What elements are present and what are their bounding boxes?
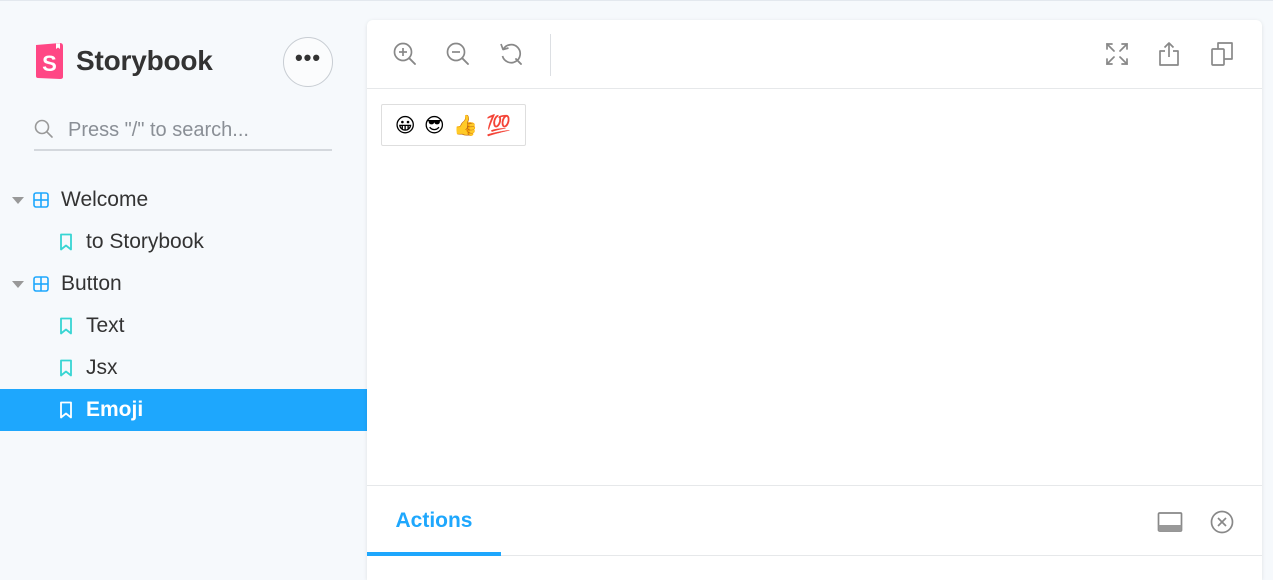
brand-name: Storybook [76,45,213,76]
brand[interactable]: S Storybook [34,42,213,80]
active-tab-indicator [367,552,501,556]
tab-bar-border [367,555,1262,556]
copy-icon [1211,42,1233,66]
share-icon [1159,42,1179,66]
more-icon: ••• [294,45,322,70]
tree-label: to Storybook [86,230,204,253]
zoom-out-button[interactable] [442,38,474,70]
bookmark-icon [60,317,72,335]
caret-down-icon [12,280,24,288]
bookmark-icon [60,233,72,251]
storybook-logo-icon: S [36,43,63,79]
search-input[interactable] [68,112,328,148]
tab-actions[interactable]: Actions [367,486,501,556]
emoji-button[interactable]: 😀 😎 👍 💯 [381,104,526,146]
tree-component-welcome[interactable]: Welcome [0,179,367,221]
sidebar-menu-button[interactable]: ••• [283,37,333,87]
copy-link-button[interactable] [1206,38,1238,70]
panel-orientation-button[interactable] [1156,508,1184,536]
tree-label: Text [86,314,125,337]
tree-story-emoji[interactable]: Emoji [0,389,367,431]
tree-label: Emoji [86,398,144,421]
toolbar-divider [550,34,551,76]
reset-zoom-button[interactable] [495,38,527,70]
tree-story-to-storybook[interactable]: to Storybook [0,221,367,263]
addons-panel: Actions [367,485,1262,580]
fullscreen-icon [1106,43,1128,65]
search-box [34,112,332,151]
close-panel-button[interactable] [1208,508,1236,536]
svg-text:S: S [42,51,57,76]
component-icon [33,276,49,292]
zoom-in-icon [393,42,416,65]
panel-orientation-icon [1157,512,1183,532]
story-tree: Welcome to Storybook Button Text Jsx Emo… [0,179,367,431]
zoom-out-icon [446,42,469,65]
tree-label: Button [61,272,122,295]
component-icon [33,192,49,208]
tree-story-jsx[interactable]: Jsx [0,347,367,389]
reset-zoom-icon [500,43,522,65]
sidebar: S Storybook ••• Welcome to Storybook [0,0,367,576]
bookmark-icon [60,359,72,377]
share-button[interactable] [1153,38,1185,70]
main-panel: 😀 😎 👍 💯 Actions [367,20,1262,580]
zoom-in-button[interactable] [389,38,421,70]
close-panel-icon [1210,510,1234,534]
search-icon [34,119,53,138]
tree-label: Jsx [86,356,118,379]
toolbar [367,20,1262,89]
tree-label: Welcome [61,188,149,211]
fullscreen-button[interactable] [1101,38,1133,70]
caret-down-icon [12,196,24,204]
story-preview: 😀 😎 👍 💯 [367,90,1262,485]
bookmark-icon [60,401,72,419]
tree-component-button[interactable]: Button [0,263,367,305]
tree-story-text[interactable]: Text [0,305,367,347]
